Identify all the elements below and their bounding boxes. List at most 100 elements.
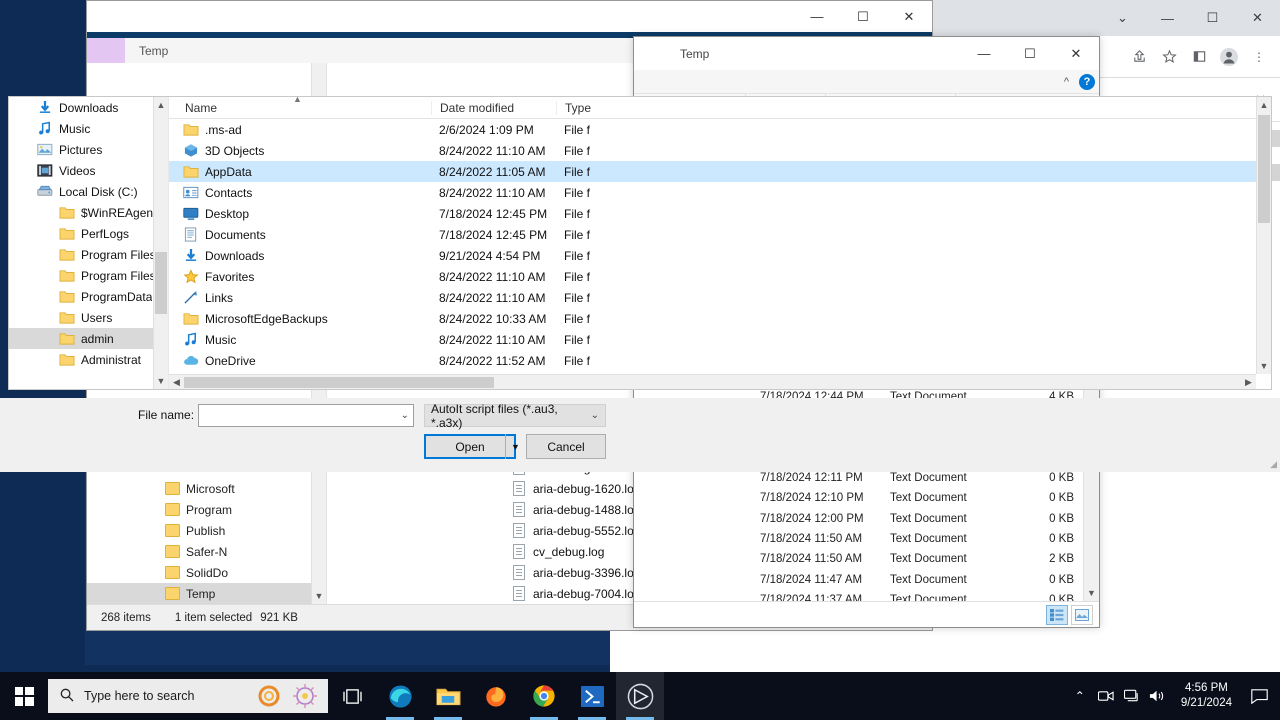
cancel-button[interactable]: Cancel bbox=[526, 434, 606, 459]
table-row[interactable]: Music 8/24/2022 11:10 AM File f bbox=[169, 329, 1256, 350]
nav-item[interactable]: Safer-N bbox=[87, 541, 326, 562]
table-row[interactable]: 7/18/2024 11:37 AM Text Document 0 KB bbox=[634, 590, 1083, 601]
collections-icon[interactable] bbox=[1184, 42, 1214, 72]
tree-item-pictures[interactable]: Pictures bbox=[9, 139, 153, 160]
close-button[interactable]: ✕ bbox=[886, 1, 932, 32]
table-row[interactable]: .ms-ad 2/6/2024 1:09 PM File f bbox=[169, 119, 1256, 140]
maximize-button[interactable]: ☐ bbox=[1007, 38, 1053, 69]
dialog-list-pane[interactable]: Name ▲ Date modified Type .ms-ad 2/6/202… bbox=[169, 94, 1271, 389]
network-icon[interactable] bbox=[1119, 672, 1145, 720]
file-type-filter-select[interactable]: AutoIt script files (*.au3, *.a3x) ⌄ bbox=[424, 402, 606, 430]
table-row[interactable]: Documents 7/18/2024 12:45 PM File f bbox=[169, 224, 1256, 245]
table-row[interactable]: Links 8/24/2022 11:10 AM File f bbox=[169, 287, 1256, 308]
tree-item-programdata[interactable]: ProgramData bbox=[9, 286, 153, 307]
tree-item-downloads[interactable]: Downloads bbox=[9, 97, 153, 118]
open-button[interactable]: Open bbox=[424, 434, 516, 459]
table-row[interactable]: 7/18/2024 12:10 PM Text Document 0 KB bbox=[634, 488, 1083, 508]
column-header-name[interactable]: Name ▲ bbox=[169, 94, 431, 115]
more-icon[interactable]: ⋮ bbox=[1244, 42, 1274, 72]
open-dropdown-button[interactable]: ▼ bbox=[505, 434, 525, 459]
tree-item-users[interactable]: Users bbox=[9, 307, 153, 328]
tree-item-local-disk-c[interactable]: Local Disk (C:) bbox=[9, 181, 153, 202]
large-icons-view-icon[interactable] bbox=[1071, 604, 1093, 625]
table-row[interactable]: 7/18/2024 11:50 AM Text Document 0 KB bbox=[634, 529, 1083, 549]
clock[interactable]: 4:56 PM 9/21/2024 bbox=[1171, 681, 1242, 711]
table-row[interactable]: 3D Objects 8/24/2022 11:10 AM File f bbox=[169, 140, 1256, 161]
volume-icon[interactable] bbox=[1145, 672, 1171, 720]
tree-item-admin[interactable]: admin bbox=[9, 328, 153, 349]
resize-grip[interactable]: ◢ bbox=[1270, 459, 1277, 470]
nav-item-temp[interactable]: Temp bbox=[87, 583, 326, 604]
taskbar-chrome-icon[interactable] bbox=[520, 672, 568, 720]
nav-item[interactable]: Program bbox=[87, 499, 326, 520]
minimize-button[interactable]: — bbox=[1145, 0, 1190, 36]
close-button[interactable]: ✕ bbox=[1235, 0, 1280, 36]
weather-icon[interactable] bbox=[290, 681, 320, 714]
start-button[interactable] bbox=[0, 672, 48, 720]
tree-item-administrat[interactable]: Administrat bbox=[9, 349, 153, 370]
tree-item-program-files[interactable]: Program Files bbox=[9, 244, 153, 265]
dialog-tree-pane[interactable]: Downloads Music Pictures Videos Local Disk (… bbox=[9, 97, 169, 389]
scroll-down-arrow[interactable]: ▼ bbox=[312, 588, 326, 604]
file-name-input[interactable]: ⌄ bbox=[198, 404, 414, 427]
explorer-mid-titlebar[interactable]: — ☐ ✕ bbox=[87, 1, 932, 32]
table-row[interactable]: Contacts 8/24/2022 11:10 AM File f bbox=[169, 182, 1256, 203]
table-row[interactable]: Desktop 7/18/2024 12:45 PM File f bbox=[169, 203, 1256, 224]
list-scrollbar[interactable]: ▲ ▼ bbox=[1256, 97, 1271, 374]
restore-button[interactable]: ☐ bbox=[1190, 0, 1235, 36]
taskbar-file-explorer-icon[interactable] bbox=[424, 672, 472, 720]
system-tray[interactable]: ⌃ 4:56 PM 9/21/2024 bbox=[1067, 672, 1280, 720]
scroll-right-arrow[interactable]: ▶ bbox=[1241, 377, 1256, 388]
taskbar[interactable]: Type here to search ⌃ 4:56 PM 9/21/2024 bbox=[0, 672, 1280, 720]
table-row[interactable]: 7/18/2024 11:50 AM Text Document 2 KB bbox=[634, 549, 1083, 569]
tree-scrollbar[interactable]: ▲ ▼ bbox=[153, 97, 168, 389]
tray-chevron-icon[interactable]: ⌃ bbox=[1067, 672, 1093, 720]
share-icon[interactable] bbox=[1124, 42, 1154, 72]
tree-item-videos[interactable]: Videos bbox=[9, 160, 153, 181]
minimize-button[interactable]: — bbox=[961, 38, 1007, 69]
details-view-icon[interactable] bbox=[1046, 604, 1068, 625]
maximize-button[interactable]: ☐ bbox=[840, 1, 886, 32]
tree-item-program-files[interactable]: Program Files bbox=[9, 265, 153, 286]
action-center-icon[interactable] bbox=[1242, 672, 1276, 720]
ribbon-collapse-icon[interactable]: ^ bbox=[1064, 76, 1079, 88]
temp-titlebar[interactable]: Temp — ☐ ✕ bbox=[634, 37, 1099, 70]
nav-item[interactable]: Microsoft bbox=[87, 478, 326, 499]
manage-tab-highlight[interactable] bbox=[87, 38, 125, 64]
dialog-column-header[interactable]: Name ▲ Date modified Type bbox=[169, 94, 1271, 119]
explorer-mid-window-controls[interactable]: — ☐ ✕ bbox=[794, 1, 932, 32]
table-row[interactable]: 7/18/2024 12:00 PM Text Document 0 KB bbox=[634, 509, 1083, 529]
scrollbar-thumb-horizontal[interactable] bbox=[184, 376, 494, 388]
column-header-date[interactable]: Date modified bbox=[431, 100, 556, 115]
table-row[interactable]: OneDrive 8/24/2022 11:52 AM File f bbox=[169, 350, 1256, 371]
scrollbar-thumb[interactable] bbox=[155, 252, 167, 314]
table-row[interactable]: 7/18/2024 11:47 AM Text Document 0 KB bbox=[634, 569, 1083, 589]
scroll-up-arrow[interactable]: ▲ bbox=[154, 97, 168, 113]
profile-icon[interactable] bbox=[1214, 42, 1244, 72]
help-icon[interactable]: ? bbox=[1079, 73, 1095, 90]
scroll-up-arrow[interactable]: ▲ bbox=[1257, 97, 1271, 113]
close-button[interactable]: ✕ bbox=[1053, 38, 1099, 69]
chevron-down-icon[interactable]: ⌄ bbox=[401, 410, 409, 421]
taskbar-anyrun-agent-icon[interactable] bbox=[616, 672, 664, 720]
column-header-type[interactable]: Type bbox=[556, 100, 1271, 115]
scroll-down-arrow[interactable]: ▼ bbox=[1257, 358, 1271, 374]
taskbar-edge-icon[interactable] bbox=[376, 672, 424, 720]
scrollbar-thumb[interactable] bbox=[1258, 115, 1270, 223]
nav-item[interactable]: SolidDo bbox=[87, 562, 326, 583]
minimize-button[interactable]: — bbox=[794, 1, 840, 32]
temp-tab-row[interactable]: ^ ? bbox=[634, 70, 1099, 94]
chevron-down-icon[interactable]: ⌄ bbox=[1100, 0, 1145, 36]
star-icon[interactable] bbox=[1154, 42, 1184, 72]
nav-item[interactable]: Publish bbox=[87, 520, 326, 541]
taskbar-firefox-icon[interactable] bbox=[472, 672, 520, 720]
search-input[interactable]: Type here to search bbox=[48, 679, 328, 713]
scroll-down-arrow[interactable]: ▼ bbox=[1084, 585, 1099, 601]
list-horizontal-scrollbar[interactable]: ◀ ▶ bbox=[169, 374, 1256, 389]
scroll-left-arrow[interactable]: ◀ bbox=[169, 377, 184, 388]
table-row[interactable]: Favorites 8/24/2022 11:10 AM File f bbox=[169, 266, 1256, 287]
table-row[interactable]: AppData 8/24/2022 11:05 AM File f bbox=[169, 161, 1256, 182]
chevron-down-icon[interactable]: ⌄ bbox=[591, 410, 599, 421]
table-row[interactable]: MicrosoftEdgeBackups 8/24/2022 10:33 AM … bbox=[169, 308, 1256, 329]
task-view-icon[interactable] bbox=[328, 672, 376, 720]
